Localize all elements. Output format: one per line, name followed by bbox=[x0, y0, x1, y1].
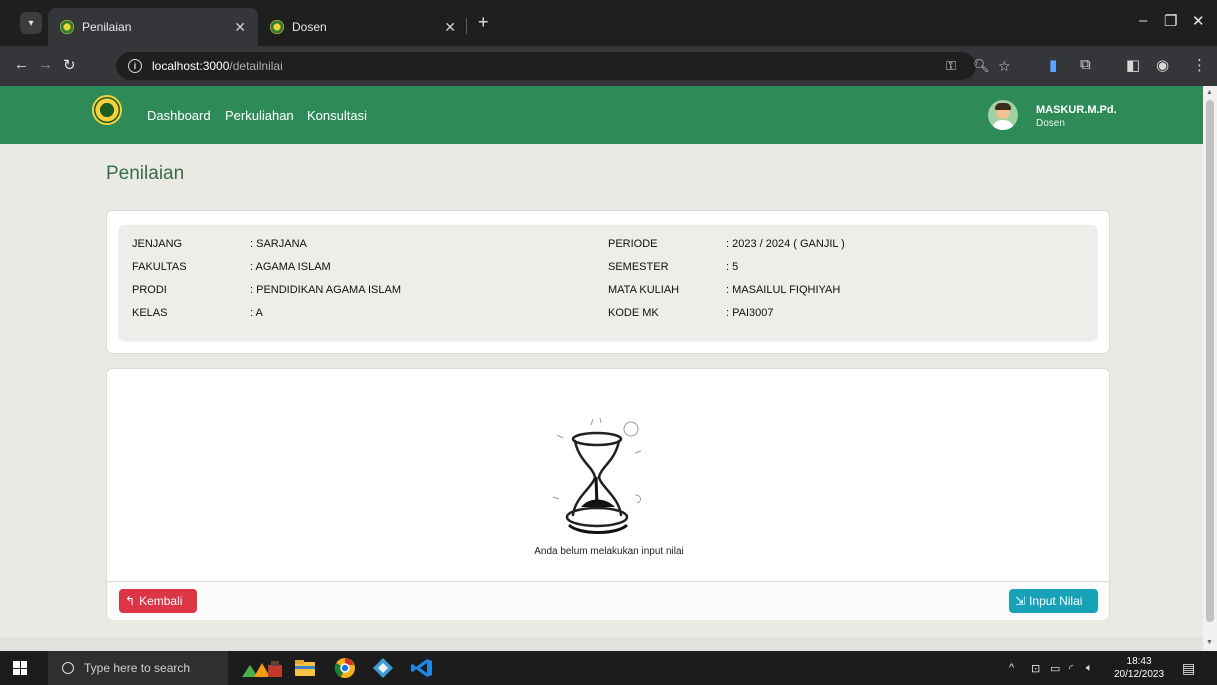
vscode-icon[interactable] bbox=[410, 657, 434, 679]
password-key-icon[interactable]: ⚿ bbox=[946, 58, 956, 74]
chrome-icon[interactable] bbox=[333, 657, 357, 679]
minimize-icon[interactable]: – bbox=[1139, 12, 1147, 29]
tab-close-icon[interactable]: ✕ bbox=[234, 19, 246, 36]
info-label-jenjang: JENJANG bbox=[132, 238, 183, 250]
extensions-puzzle-icon[interactable]: ⧉ bbox=[1080, 56, 1091, 73]
info-label-prodi: PRODI bbox=[132, 284, 167, 296]
clock-date: 20/12/2023 bbox=[1114, 669, 1165, 680]
browser-tab-bar: ▾ Penilaian ✕ Dosen ✕ + – ❐ ✕ bbox=[0, 0, 1217, 46]
page-footer-strip bbox=[0, 637, 1203, 651]
info-label-periode: PERIODE bbox=[608, 238, 658, 250]
meet-now-icon[interactable]: ⊡ bbox=[1031, 662, 1040, 675]
reply-arrow-icon: ↰ bbox=[125, 594, 136, 608]
info-value-kode-mk: : PAI3007 bbox=[726, 307, 774, 319]
hourglass-empty-state-illustration bbox=[552, 417, 642, 534]
restore-icon[interactable]: ❐ bbox=[1164, 12, 1177, 30]
info-label-mata-kuliah: MATA KULIAH bbox=[608, 284, 680, 296]
zoom-icon[interactable]: 🔍︎ bbox=[973, 58, 990, 74]
info-label-kelas: KELAS bbox=[132, 307, 168, 319]
course-info-panel: JENJANG : SARJANA FAKULTAS : AGAMA ISLAM… bbox=[119, 225, 1097, 340]
input-grade-button-label: Input Nilai bbox=[1029, 594, 1083, 608]
tab-title: Penilaian bbox=[82, 20, 132, 34]
tab-dosen[interactable]: Dosen ✕ bbox=[258, 8, 468, 46]
extension-icon[interactable]: ▮ bbox=[1049, 56, 1057, 74]
bookmark-star-icon[interactable]: ☆ bbox=[998, 58, 1011, 75]
taskbar-clock[interactable]: 18:43 20/12/2023 bbox=[1114, 655, 1164, 681]
info-value-periode: : 2023 / 2024 ( GANJIL ) bbox=[726, 238, 845, 250]
input-grade-button[interactable]: ⇲ Input Nilai bbox=[1009, 589, 1098, 613]
page-title: Penilaian bbox=[106, 163, 185, 184]
user-role: Dosen bbox=[1036, 118, 1065, 129]
card-footer: ↰ Kembali ⇲ Input Nilai bbox=[107, 581, 1109, 620]
grade-result-card: Anda belum melakukan input nilai ↰ Kemba… bbox=[106, 368, 1110, 620]
tab-title: Dosen bbox=[292, 20, 327, 34]
tab-separator bbox=[466, 18, 467, 34]
notification-icon[interactable]: ▤ bbox=[1182, 660, 1195, 677]
volume-icon[interactable]: 🔈︎ bbox=[1086, 662, 1093, 675]
site-favicon-icon bbox=[270, 20, 284, 34]
sign-in-icon: ⇲ bbox=[1015, 594, 1026, 608]
empty-state-message: Anda belum melakukan input nilai bbox=[534, 546, 684, 557]
windows-taskbar: Type here to search ^ ⊡ ▭ ◜ 🔈︎ 18:43 20/… bbox=[0, 651, 1217, 685]
wifi-icon[interactable]: ◜ bbox=[1069, 662, 1073, 675]
profile-icon[interactable]: ◉ bbox=[1156, 56, 1169, 74]
side-panel-icon[interactable]: ◧ bbox=[1126, 56, 1140, 74]
scroll-thumb[interactable] bbox=[1206, 100, 1214, 622]
windows-start-icon[interactable] bbox=[13, 661, 27, 675]
search-icon bbox=[62, 662, 74, 674]
info-value-fakultas: : AGAMA ISLAM bbox=[250, 261, 331, 273]
file-explorer-icon[interactable] bbox=[293, 657, 317, 679]
university-logo[interactable] bbox=[92, 95, 122, 125]
taskbar-search-box[interactable]: Type here to search bbox=[48, 651, 228, 685]
tray-chevron-icon[interactable]: ^ bbox=[1009, 662, 1014, 674]
more-menu-icon[interactable]: ⋮ bbox=[1192, 56, 1207, 74]
scroll-down-icon[interactable]: ▼ bbox=[1206, 639, 1213, 646]
address-bar[interactable]: i localhost:3000/detailnilai bbox=[116, 52, 976, 80]
tab-search-button[interactable]: ▾ bbox=[20, 12, 42, 34]
user-name[interactable]: MASKUR.M.Pd. bbox=[1036, 104, 1117, 116]
info-value-mata-kuliah: : MASAILUL FIQHIYAH bbox=[726, 284, 841, 296]
site-favicon-icon bbox=[60, 20, 74, 34]
info-value-jenjang: : SARJANA bbox=[250, 238, 307, 250]
site-info-icon[interactable]: i bbox=[128, 59, 142, 73]
url-text: localhost:3000/detailnilai bbox=[152, 59, 283, 73]
back-button-label: Kembali bbox=[139, 594, 183, 608]
top-navbar: Dashboard Perkuliahan Konsultasi MASKUR.… bbox=[0, 86, 1203, 144]
git-app-icon[interactable] bbox=[371, 657, 395, 679]
nav-perkuliahan[interactable]: Perkuliahan bbox=[225, 108, 294, 123]
forward-arrow-icon[interactable]: → bbox=[38, 56, 53, 73]
info-value-semester: : 5 bbox=[726, 261, 739, 273]
avatar[interactable] bbox=[988, 100, 1018, 130]
reload-icon[interactable]: ↻ bbox=[63, 56, 76, 74]
back-arrow-icon[interactable]: ← bbox=[14, 56, 29, 73]
tab-penilaian[interactable]: Penilaian ✕ bbox=[48, 8, 258, 46]
info-label-kode-mk: KODE MK bbox=[608, 307, 659, 319]
village-widget-icon[interactable] bbox=[240, 657, 286, 679]
page-scrollbar[interactable]: ▲ ▼ bbox=[1203, 86, 1217, 651]
scroll-up-icon[interactable]: ▲ bbox=[1206, 89, 1213, 96]
browser-toolbar: ← → ↻ i localhost:3000/detailnilai ⚿ 🔍︎ … bbox=[0, 46, 1217, 86]
info-label-semester: SEMESTER bbox=[608, 261, 669, 273]
info-label-fakultas: FAKULTAS bbox=[132, 261, 187, 273]
info-value-kelas: : A bbox=[250, 307, 263, 319]
back-button[interactable]: ↰ Kembali bbox=[119, 589, 197, 613]
new-tab-button[interactable]: + bbox=[478, 12, 489, 33]
close-window-icon[interactable]: ✕ bbox=[1192, 12, 1205, 30]
course-info-card: JENJANG : SARJANA FAKULTAS : AGAMA ISLAM… bbox=[106, 210, 1110, 354]
nav-dashboard[interactable]: Dashboard bbox=[147, 108, 211, 123]
tab-close-icon[interactable]: ✕ bbox=[444, 19, 456, 36]
taskbar-search-placeholder: Type here to search bbox=[84, 661, 191, 675]
info-value-prodi: : PENDIDIKAN AGAMA ISLAM bbox=[250, 284, 401, 296]
battery-icon[interactable]: ▭ bbox=[1050, 662, 1060, 675]
clock-time: 18:43 bbox=[1126, 656, 1152, 667]
nav-konsultasi[interactable]: Konsultasi bbox=[307, 108, 367, 123]
